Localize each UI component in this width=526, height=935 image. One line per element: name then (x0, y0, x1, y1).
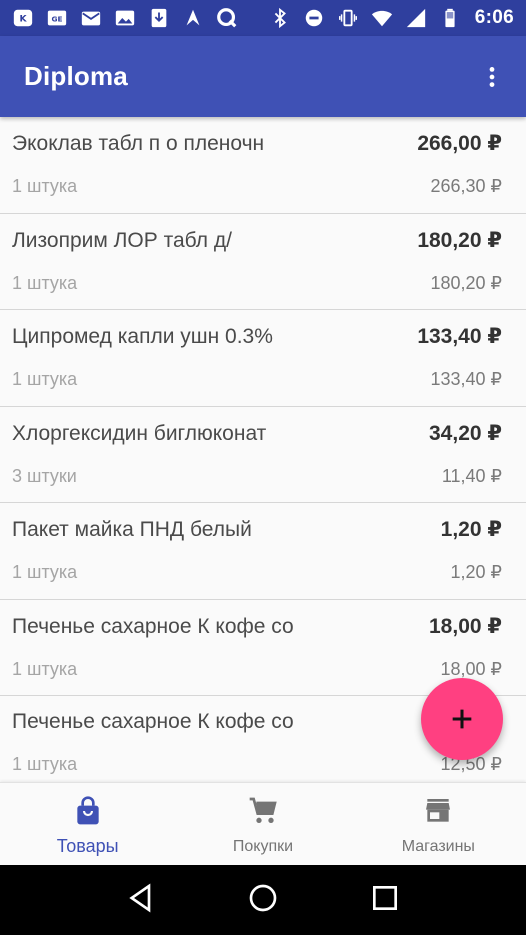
home-circle-icon (249, 884, 277, 911)
bluetooth-icon (269, 7, 291, 29)
list-item[interactable]: Ципромед капли ушн 0.3% 133,40 ₽ 1 штука 1… (0, 310, 526, 407)
gmail-icon: GE (46, 7, 68, 29)
image-icon (114, 7, 136, 29)
item-name: Печенье сахарное К кофе со (12, 710, 294, 733)
list-item[interactable]: Пакет майка ПНД белый 1,20 ₽ 1 штука 1,20 … (0, 503, 526, 600)
nav-label: Магазины (401, 838, 475, 855)
notification-icons: K GE (12, 7, 238, 29)
item-unit-price: 18,00 ₽ (440, 658, 503, 679)
item-total: 180,20 ₽ (417, 228, 502, 252)
plus-icon (452, 709, 472, 729)
item-name: Лизоприм ЛОР табл д/ (12, 228, 232, 252)
item-unit-price: 1,20 ₽ (450, 562, 503, 582)
item-quantity: 1 штука (12, 176, 78, 196)
svg-text:GE: GE (51, 15, 62, 24)
system-navigation-bar (0, 865, 526, 935)
back-button[interactable] (125, 882, 157, 919)
item-total: 34,20 ₽ (429, 421, 502, 445)
vk-icon: K (12, 7, 34, 29)
list-item[interactable]: Хлоргексидин биглюконат 34,20 ₽ 3 штуки 11… (0, 407, 526, 503)
list-item[interactable]: Экоклав табл п о пленочн 266,00 ₽ 1 штука… (0, 117, 526, 214)
nav-item-products[interactable]: Товары (0, 783, 175, 865)
download-icon (148, 7, 170, 29)
item-unit-price: 266,30 ₽ (430, 176, 502, 196)
item-quantity: 3 штуки (12, 465, 77, 486)
item-name: Ципромед капли ушн 0.3% (12, 325, 273, 348)
svg-text:K: K (19, 14, 27, 25)
item-quantity: 1 штука (12, 754, 78, 774)
list-item[interactable]: Лизоприм ЛОР табл д/180,20 ₽ 1 штука 180,… (0, 214, 526, 310)
item-quantity: 1 штука (12, 369, 78, 389)
app-bar: Diploma (0, 36, 526, 117)
store-icon (422, 795, 454, 832)
back-triangle-icon (129, 882, 151, 913)
signal-app-icon (182, 7, 204, 29)
item-name: Хлоргексидин биглюконат (12, 421, 267, 445)
do-not-disturb-icon (303, 7, 325, 29)
home-button[interactable] (247, 882, 279, 919)
item-total: 1,20 ₽ (440, 518, 502, 541)
item-total: 18,00 ₽ (429, 614, 502, 638)
shopping-cart-icon (247, 795, 279, 832)
nav-item-purchases[interactable]: Покупки (175, 783, 350, 865)
item-unit-price: 133,40 ₽ (430, 369, 502, 389)
item-total: 266,00 ₽ (417, 132, 502, 155)
q-app-icon (216, 7, 238, 29)
item-quantity: 1 штука (12, 272, 78, 293)
status-bar: K GE 6:06 (0, 0, 526, 36)
item-total: 133,40 ₽ (417, 325, 502, 348)
bottom-navigation: Товары Покупки Магазины (0, 782, 526, 865)
item-name: Пакет майка ПНД белый (12, 518, 252, 541)
vibrate-icon (337, 7, 359, 29)
nav-label: Покупки (232, 838, 294, 855)
cell-signal-icon (405, 7, 427, 29)
app-title: Diploma (24, 61, 128, 91)
status-time: 6:06 (474, 7, 514, 28)
nav-label: Товары (56, 836, 119, 856)
shopping-bag-icon (72, 795, 104, 832)
nav-item-stores[interactable]: Магазины (351, 783, 526, 865)
mail-icon (80, 7, 102, 29)
recents-button[interactable] (369, 882, 401, 919)
battery-icon (439, 7, 461, 29)
item-quantity: 1 штука (12, 562, 78, 582)
item-quantity: 1 штука (12, 658, 78, 679)
add-item-fab[interactable] (421, 678, 503, 760)
recents-square-icon (373, 885, 397, 910)
item-name: Экоклав табл п о пленочн (12, 132, 265, 155)
wifi-icon (371, 7, 393, 29)
system-status-icons: 6:06 (269, 7, 514, 29)
more-vert-icon (489, 66, 495, 87)
item-name: Печенье сахарное К кофе со (12, 614, 294, 638)
item-unit-price: 11,40 ₽ (441, 465, 502, 486)
item-unit-price: 180,20 ₽ (430, 272, 502, 293)
overflow-menu-button[interactable] (476, 57, 508, 97)
